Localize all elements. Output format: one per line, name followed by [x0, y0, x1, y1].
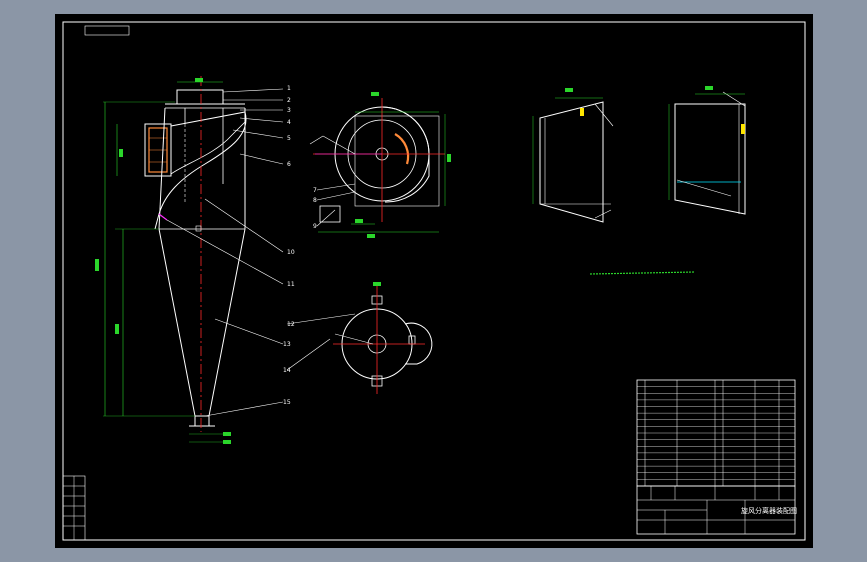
product-name: 旋风分离器装配图: [741, 506, 797, 515]
section-view: [333, 282, 433, 394]
drawing-frame: [62, 21, 806, 541]
part-balloon-15: 15: [283, 399, 291, 406]
part-balloon-9: 9: [313, 223, 317, 230]
front-view: [95, 76, 247, 444]
part-balloon-13: 13: [283, 341, 291, 348]
part-balloon-14: 14: [283, 367, 291, 374]
part-balloon-4: 4: [287, 119, 291, 126]
detail-view-b: [668, 86, 746, 215]
parts-list: [636, 379, 796, 487]
cad-viewport[interactable]: 1 2 3 4 5 6 7 8 9 10 11 12 13 14 15 旋风分离…: [0, 0, 867, 562]
part-balloon-8: 8: [313, 197, 317, 204]
part-balloon-2: 2: [287, 97, 291, 104]
part-balloon-6: 6: [287, 161, 291, 168]
part-balloon-5: 5: [287, 135, 291, 142]
part-balloons: 123456789101112131415: [283, 85, 317, 406]
title-block: 旋风分离器装配图: [636, 485, 797, 535]
part-balloon-7: 7: [313, 187, 317, 194]
technical-note: [589, 271, 696, 275]
drawing-sheet: 1 2 3 4 5 6 7 8 9 10 11 12 13 14 15 旋风分离…: [55, 14, 813, 548]
detail-view-a: [532, 88, 614, 223]
part-balloon-1: 1: [287, 85, 291, 92]
top-view: [309, 92, 451, 238]
part-balloon-12: 12: [287, 321, 295, 328]
part-balloon-3: 3: [287, 107, 291, 114]
part-balloon-11: 11: [287, 281, 295, 288]
part-balloon-10: 10: [287, 249, 295, 256]
assembly-drawing: 123456789101112131415 旋风分离器装配图: [62, 21, 806, 541]
